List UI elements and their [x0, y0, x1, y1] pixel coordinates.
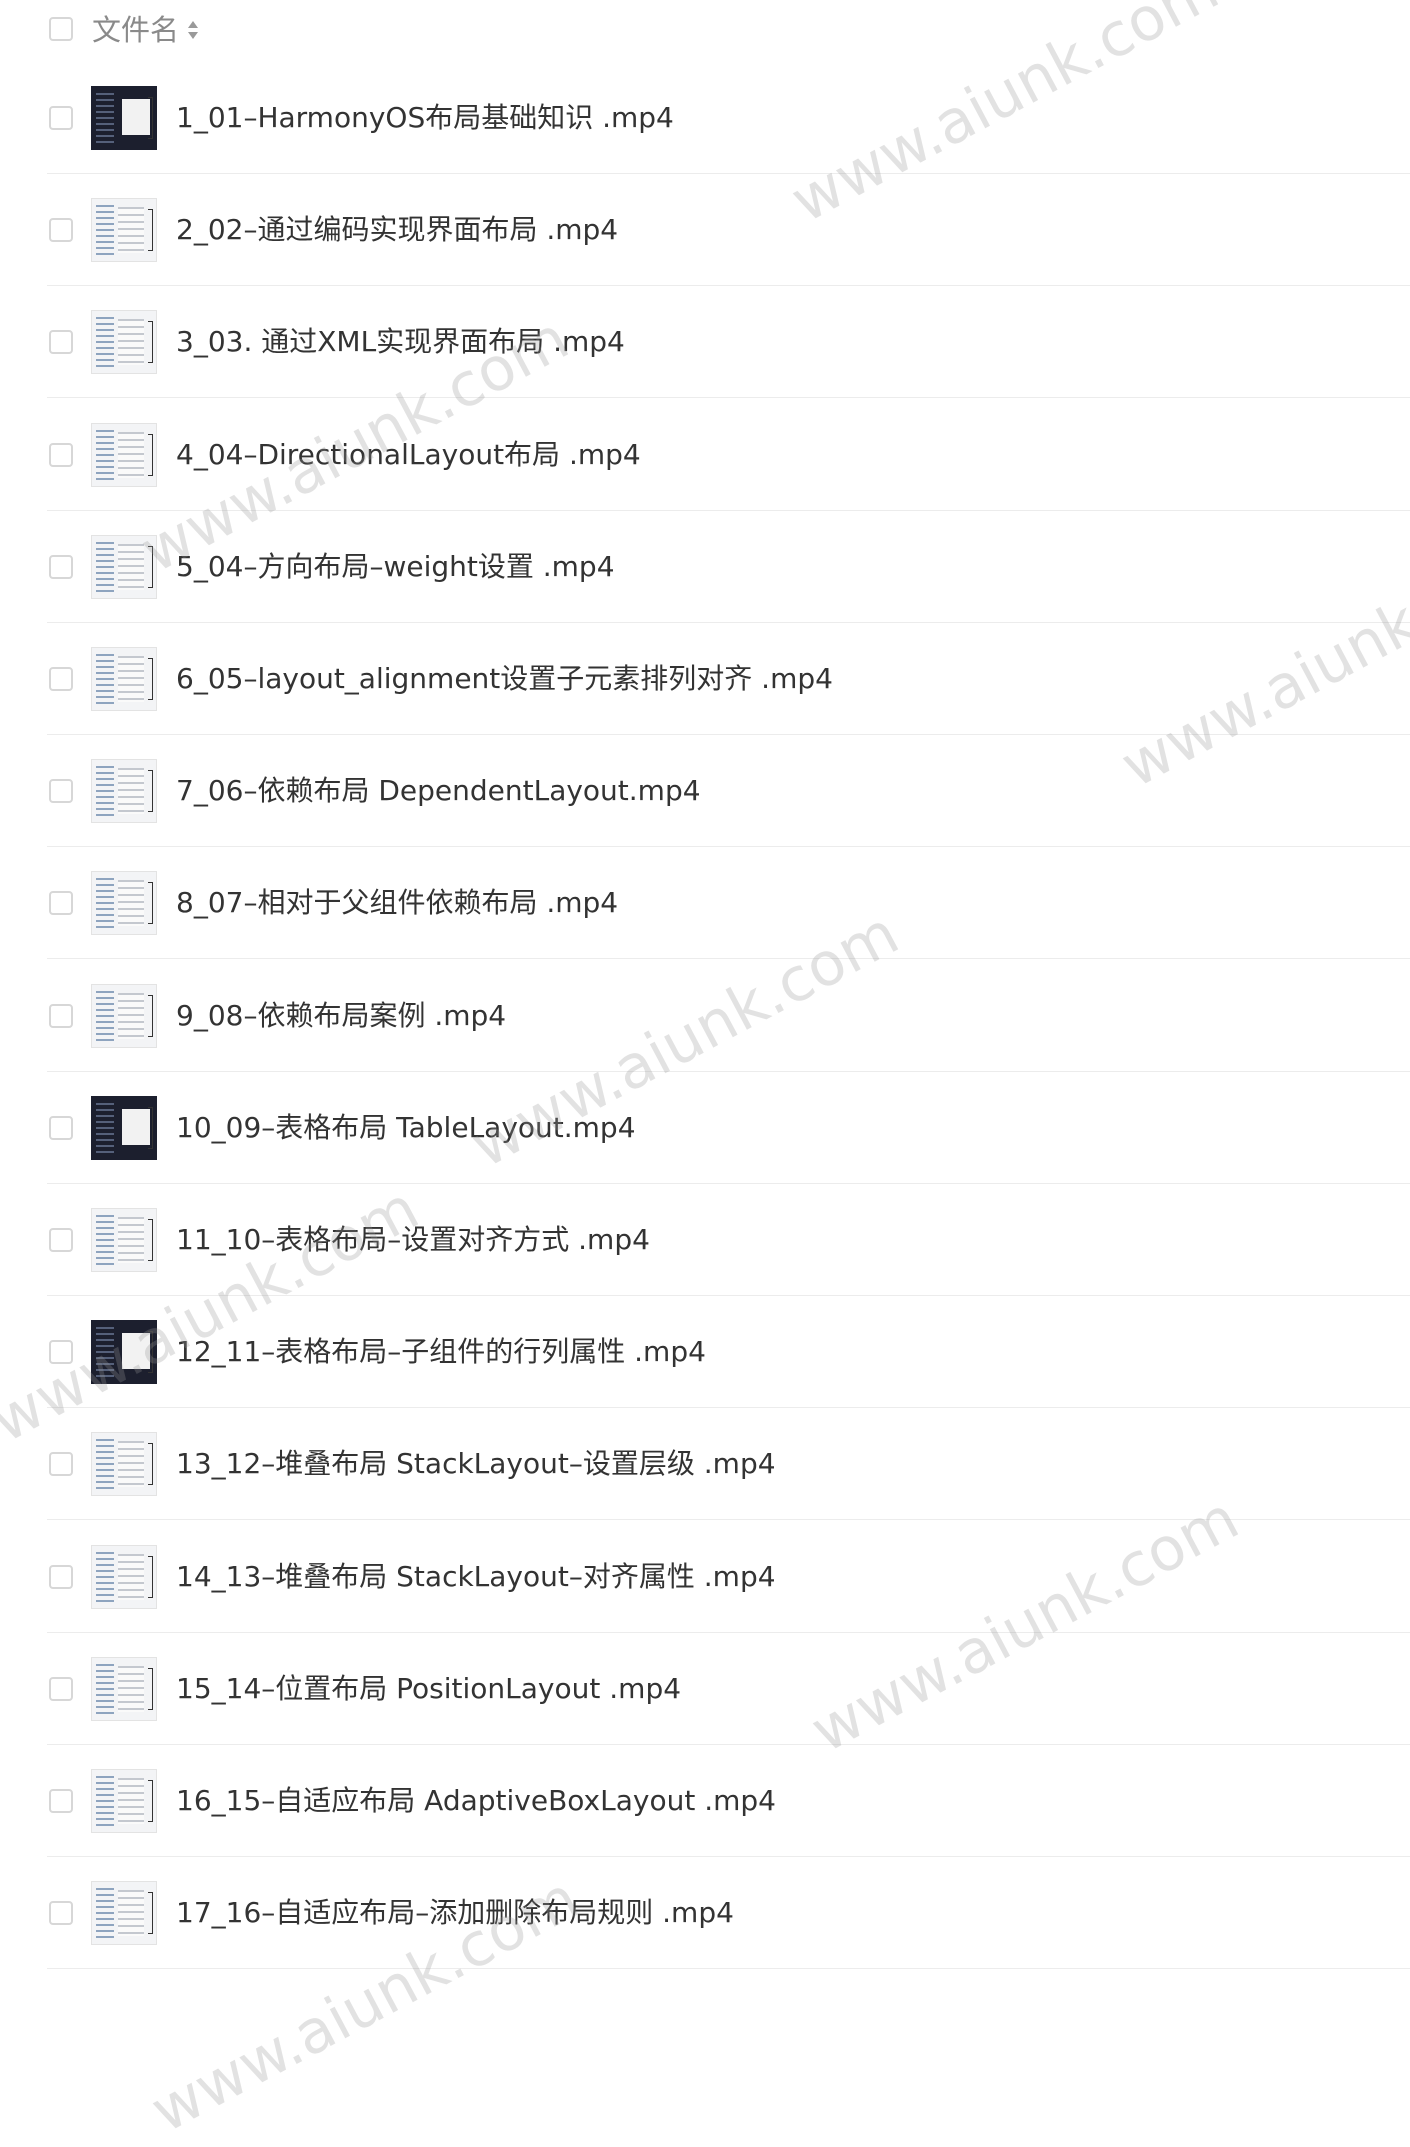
file-checkbox[interactable] — [49, 1901, 73, 1926]
file-checkbox[interactable] — [49, 330, 73, 355]
file-row[interactable]: 6_05–layout_alignment设置子元素排列对齐 .mp4 — [0, 623, 1410, 735]
file-checkbox[interactable] — [49, 891, 73, 916]
file-row[interactable]: 10_09–表格布局 TableLayout.mp4 — [0, 1072, 1410, 1184]
file-name[interactable]: 5_04–方向布局–weight设置 .mp4 — [176, 543, 615, 591]
file-checkbox[interactable] — [49, 1115, 73, 1140]
video-thumbnail[interactable] — [91, 1881, 157, 1946]
file-checkbox[interactable] — [49, 1564, 73, 1589]
video-thumbnail[interactable] — [91, 983, 157, 1048]
video-thumbnail[interactable] — [91, 1208, 157, 1272]
file-row[interactable]: 4_04–DirectionalLayout布局 .mp4 — [0, 399, 1410, 511]
file-row[interactable]: 3_03. 通过XML实现界面布局 .mp4 — [0, 286, 1410, 399]
file-row[interactable]: 7_06–依赖布局 DependentLayout.mp4 — [0, 735, 1410, 848]
file-checkbox[interactable] — [49, 442, 73, 467]
video-thumbnail[interactable] — [91, 86, 157, 150]
file-checkbox[interactable] — [49, 218, 73, 243]
file-checkbox[interactable] — [49, 1789, 73, 1813]
file-checkbox[interactable] — [49, 106, 73, 130]
file-name[interactable]: 6_05–layout_alignment设置子元素排列对齐 .mp4 — [176, 655, 833, 703]
video-thumbnail[interactable] — [91, 422, 157, 487]
file-checkbox[interactable] — [49, 1003, 73, 1028]
file-name[interactable]: 9_08–依赖布局案例 .mp4 — [176, 992, 506, 1040]
file-name[interactable]: 4_04–DirectionalLayout布局 .mp4 — [176, 431, 641, 479]
video-thumbnail[interactable] — [91, 1095, 157, 1160]
file-name[interactable]: 7_06–依赖布局 DependentLayout.mp4 — [176, 767, 701, 815]
file-checkbox[interactable] — [49, 667, 73, 691]
file-name[interactable]: 16_15–自适应布局 AdaptiveBoxLayout .mp4 — [176, 1777, 776, 1825]
video-thumbnail[interactable] — [91, 871, 157, 936]
file-row[interactable]: 2_02–通过编码实现界面布局 .mp4 — [0, 174, 1410, 287]
file-name[interactable]: 3_03. 通过XML实现界面布局 .mp4 — [176, 318, 625, 366]
select-all-checkbox[interactable] — [49, 17, 73, 41]
file-name[interactable]: 2_02–通过编码实现界面布局 .mp4 — [176, 206, 618, 254]
video-thumbnail[interactable] — [91, 1544, 157, 1609]
video-thumbnail[interactable] — [91, 1320, 157, 1385]
row-divider — [47, 1968, 1410, 1970]
file-checkbox[interactable] — [49, 1452, 73, 1477]
file-row[interactable]: 8_07–相对于父组件依赖布局 .mp4 — [0, 847, 1410, 960]
video-thumbnail[interactable] — [91, 1656, 157, 1721]
file-name[interactable]: 11_10–表格布局–设置对齐方式 .mp4 — [176, 1216, 650, 1264]
file-row[interactable]: 11_10–表格布局–设置对齐方式 .mp4 — [0, 1184, 1410, 1296]
file-row[interactable]: 15_14–位置布局 PositionLayout .mp4 — [0, 1633, 1410, 1745]
file-row[interactable]: 1_01–HarmonyOS布局基础知识 .mp4 — [0, 62, 1410, 174]
file-name[interactable]: 10_09–表格布局 TableLayout.mp4 — [176, 1104, 636, 1152]
list-header: 文件名 — [0, 0, 1410, 58]
video-thumbnail[interactable] — [91, 198, 157, 263]
video-thumbnail[interactable] — [91, 534, 157, 599]
sort-icon[interactable] — [186, 19, 200, 41]
file-checkbox[interactable] — [49, 1340, 73, 1365]
video-thumbnail[interactable] — [91, 310, 157, 375]
file-row[interactable]: 12_11–表格布局–子组件的行列属性 .mp4 — [0, 1296, 1410, 1409]
column-header-filename[interactable]: 文件名 — [92, 10, 179, 50]
video-thumbnail[interactable] — [91, 1432, 157, 1497]
file-name[interactable]: 1_01–HarmonyOS布局基础知识 .mp4 — [176, 94, 674, 142]
file-checkbox[interactable] — [49, 1676, 73, 1701]
video-thumbnail[interactable] — [91, 647, 157, 711]
file-row[interactable]: 13_12–堆叠布局 StackLayout–设置层级 .mp4 — [0, 1408, 1410, 1521]
file-row[interactable]: 5_04–方向布局–weight设置 .mp4 — [0, 511, 1410, 623]
file-name[interactable]: 17_16–自适应布局–添加删除布局规则 .mp4 — [176, 1889, 734, 1937]
file-row[interactable]: 14_13–堆叠布局 StackLayout–对齐属性 .mp4 — [0, 1521, 1410, 1633]
file-row[interactable]: 17_16–自适应布局–添加删除布局规则 .mp4 — [0, 1857, 1410, 1970]
file-checkbox[interactable] — [49, 554, 73, 579]
video-thumbnail[interactable] — [91, 759, 157, 824]
file-checkbox[interactable] — [49, 779, 73, 804]
file-name[interactable]: 8_07–相对于父组件依赖布局 .mp4 — [176, 879, 618, 927]
file-name[interactable]: 12_11–表格布局–子组件的行列属性 .mp4 — [176, 1328, 706, 1376]
file-name[interactable]: 13_12–堆叠布局 StackLayout–设置层级 .mp4 — [176, 1440, 776, 1488]
video-thumbnail[interactable] — [91, 1769, 157, 1833]
file-checkbox[interactable] — [49, 1228, 73, 1252]
file-row[interactable]: 16_15–自适应布局 AdaptiveBoxLayout .mp4 — [0, 1745, 1410, 1857]
file-row[interactable]: 9_08–依赖布局案例 .mp4 — [0, 960, 1410, 1072]
file-name[interactable]: 15_14–位置布局 PositionLayout .mp4 — [176, 1665, 681, 1713]
file-name[interactable]: 14_13–堆叠布局 StackLayout–对齐属性 .mp4 — [176, 1553, 776, 1601]
